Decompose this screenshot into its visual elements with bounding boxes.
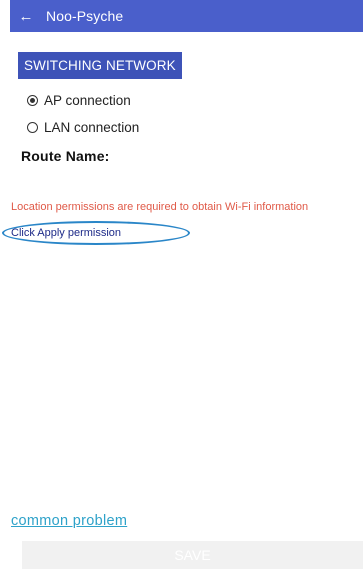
lan-connection-label: LAN connection <box>44 119 140 135</box>
radio-checked-icon[interactable] <box>27 94 38 106</box>
ap-connection-option[interactable]: AP connection <box>27 90 131 110</box>
app-header: ← Noo-Psyche <box>10 0 363 32</box>
lan-connection-option[interactable]: LAN connection <box>27 117 139 137</box>
route-name-label: Route Name: <box>21 148 110 164</box>
save-button[interactable]: SAVE <box>22 541 363 569</box>
location-permission-warning: Location permissions are required to obt… <box>11 201 309 213</box>
back-arrow-icon[interactable]: ← <box>14 4 38 28</box>
radio-unchecked-icon[interactable] <box>27 121 38 133</box>
apply-permission-link[interactable]: Click Apply permission <box>11 227 121 239</box>
ap-connection-label: AP connection <box>44 92 131 108</box>
common-problem-link[interactable]: common problem <box>11 513 127 529</box>
switching-network-button[interactable]: SWITCHING NETWORK <box>18 52 182 79</box>
app-title: Noo-Psyche <box>46 8 124 24</box>
